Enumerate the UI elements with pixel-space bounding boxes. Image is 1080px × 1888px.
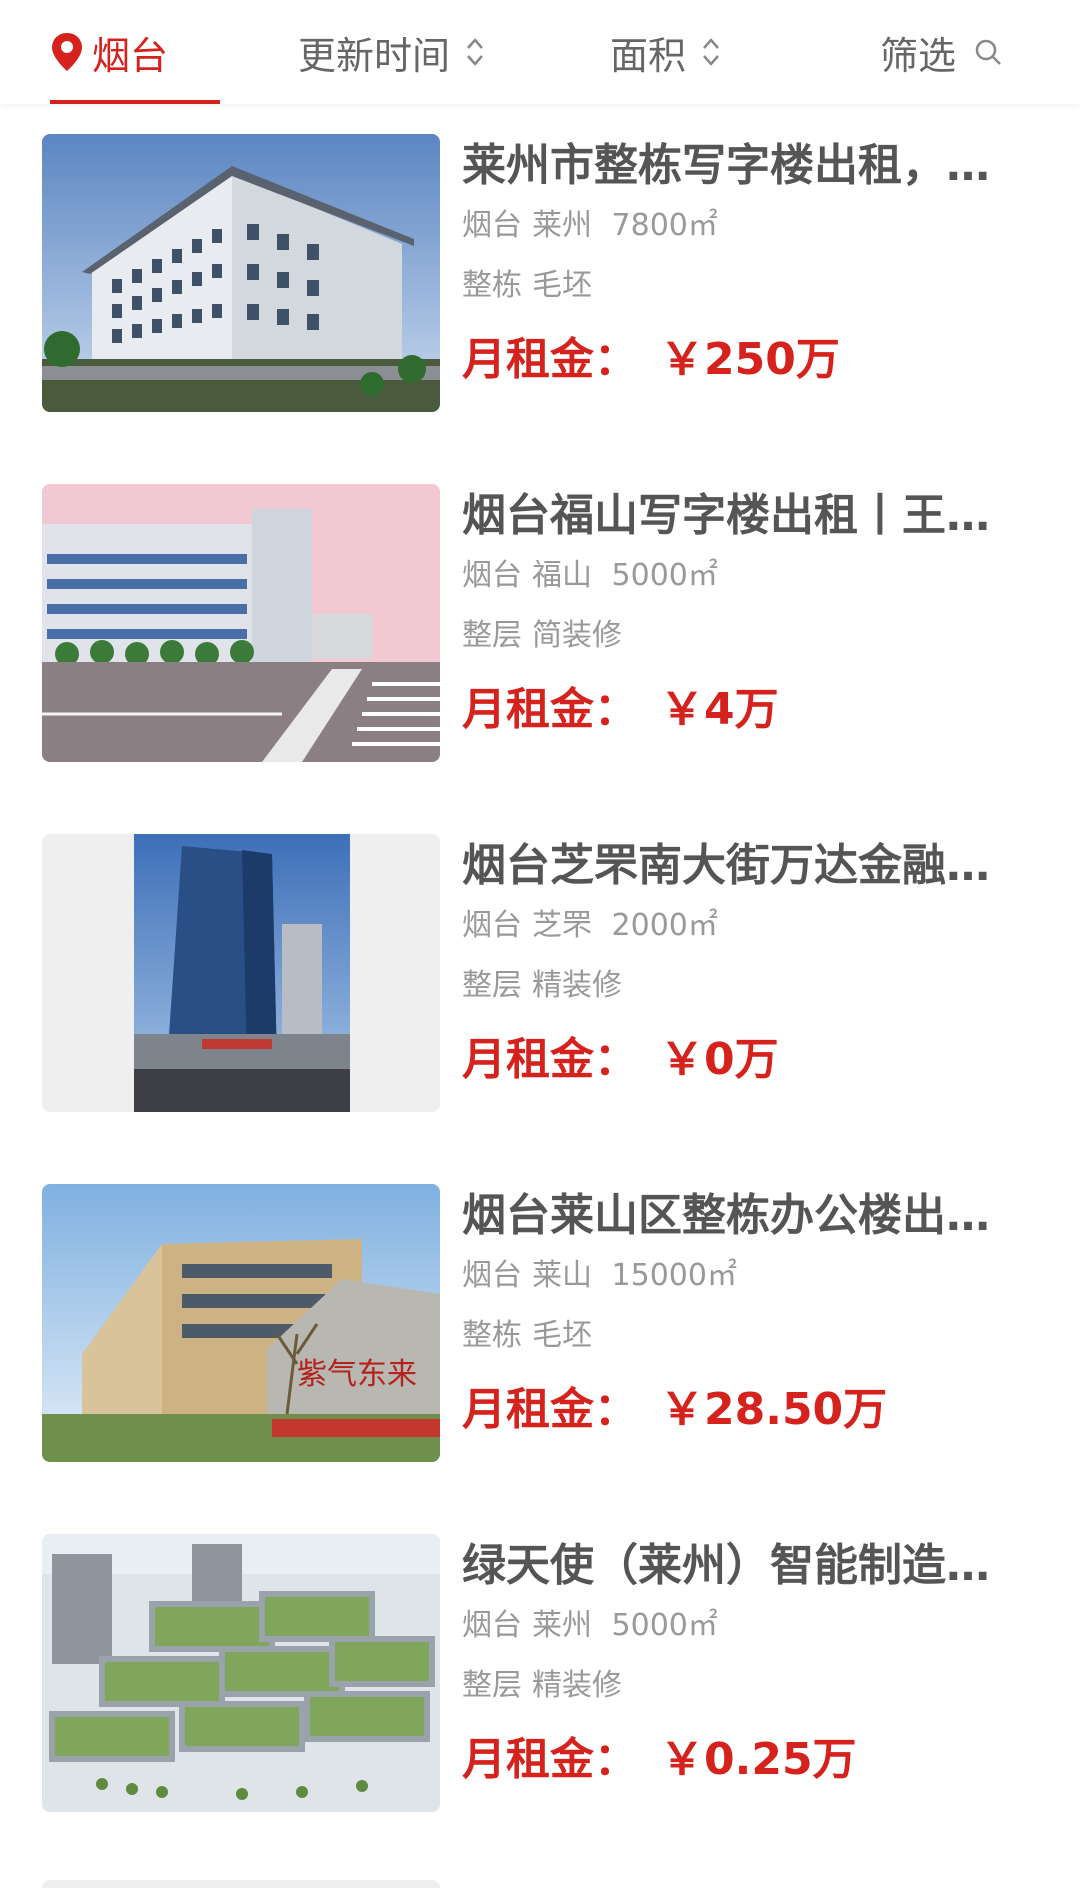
listing-thumbnail[interactable] xyxy=(42,484,440,762)
listing-tags: 整栋 毛坯 xyxy=(462,266,1040,306)
listing-city: 烟台 xyxy=(462,208,522,243)
listing-title[interactable]: 烟台福山写字楼出租丨王… xyxy=(462,484,1040,548)
listing-location: 烟台 莱州 7800㎡ xyxy=(462,206,1040,246)
listing-city: 烟台 xyxy=(462,908,522,943)
listing-info: 莱州市整栋写字楼出租，… 烟台 莱州 7800㎡ 整栋 毛坯 月租金： ￥250万 xyxy=(462,134,1040,388)
industrial-park-render xyxy=(42,1534,440,1812)
listing-title[interactable]: 烟台莱山区整栋办公楼出… xyxy=(462,1184,1040,1248)
listing-info: 绿天使（莱州）智能制造… 烟台 莱州 5000㎡ 整层 精装修 月租金： ￥0.25万 xyxy=(462,1534,1040,1788)
listing-title[interactable]: 莱州市整栋写字楼出租，… xyxy=(462,134,1040,198)
listing-floor-type: 整栋 xyxy=(462,1318,522,1353)
price-value: ￥28.50万 xyxy=(660,1384,888,1435)
listing-size: 2000㎡ xyxy=(611,908,718,943)
listing-size: 5000㎡ xyxy=(611,558,718,593)
listing-decoration: 精装修 xyxy=(532,1668,622,1703)
listing-floor-type: 整层 xyxy=(462,618,522,653)
update-time-label: 更新时间 xyxy=(298,33,451,78)
price-label: 月租金： xyxy=(462,1034,638,1085)
listing-location: 烟台 莱州 5000㎡ xyxy=(462,1606,1040,1646)
listing-decoration: 简装修 xyxy=(532,618,622,653)
listing-size: 7800㎡ xyxy=(611,208,718,243)
city-label: 烟台 xyxy=(92,33,169,78)
listing-city: 烟台 xyxy=(462,1608,522,1643)
listing-price: 月租金： ￥28.50万 xyxy=(462,1382,1040,1438)
price-value: ￥0.25万 xyxy=(660,1734,857,1785)
listing-thumbnail[interactable] xyxy=(42,1534,440,1812)
listing-tags: 整层 精装修 xyxy=(462,966,1040,1006)
filter-bar: 烟台 更新时间 面积 筛选 xyxy=(0,0,1080,104)
listing-location: 烟台 芝罘 2000㎡ xyxy=(462,906,1040,946)
office-building-photo xyxy=(42,134,440,412)
office-building-with-stone-photo: 紫气东来 xyxy=(42,1184,440,1462)
listing-card[interactable]: 紫气东来 烟台莱山区整栋办公楼出… 烟台 莱山 15000㎡ 整栋 毛坯 月租金： ￥… xyxy=(0,1154,1080,1504)
listing-price: 月租金： ￥250万 xyxy=(462,332,1040,388)
sort-area-tab[interactable]: 面积 xyxy=(610,0,722,104)
listing-title[interactable]: 绿天使（莱州）智能制造… xyxy=(462,1534,1040,1598)
factory-building-photo xyxy=(42,484,440,762)
listing-tags: 整栋 毛坯 xyxy=(462,1316,1040,1356)
listing-decoration: 毛坯 xyxy=(532,1318,592,1353)
listing-decoration: 精装修 xyxy=(532,968,622,1003)
listing-info: 烟台莱山区整栋办公楼出… 烟台 莱山 15000㎡ 整栋 毛坯 月租金： ￥28.50… xyxy=(462,1184,1040,1438)
price-value: ￥4万 xyxy=(660,684,779,735)
listing-city: 烟台 xyxy=(462,1258,522,1293)
listing-size: 15000㎡ xyxy=(611,1258,737,1293)
listing-floor-type: 整层 xyxy=(462,1668,522,1703)
price-label: 月租金： xyxy=(462,1384,638,1435)
listing-district: 莱州 xyxy=(532,208,592,243)
listing-thumbnail[interactable]: 紫气东来 xyxy=(42,1184,440,1462)
price-label: 月租金： xyxy=(462,1734,638,1785)
sort-arrows-icon xyxy=(703,38,719,66)
listing-district: 芝罘 xyxy=(532,908,592,943)
listing-card[interactable]: 烟台福山写字楼出租丨王… 烟台 福山 5000㎡ 整层 简装修 月租金： ￥4万 xyxy=(0,454,1080,804)
listing-info: 烟台芝罘南大街万达金融… 烟台 芝罘 2000㎡ 整层 精装修 月租金： ￥0万 xyxy=(462,834,1040,1088)
sort-arrows-icon xyxy=(467,38,483,66)
price-label: 月租金： xyxy=(462,334,638,385)
listing-tags: 整层 简装修 xyxy=(462,616,1040,656)
listing-price: 月租金： ￥0.25万 xyxy=(462,1732,1040,1788)
area-label: 面积 xyxy=(610,33,687,78)
listing-city: 烟台 xyxy=(462,558,522,593)
price-label: 月租金： xyxy=(462,684,638,735)
listing-thumbnail[interactable] xyxy=(42,134,440,412)
price-value: ￥0万 xyxy=(660,1034,779,1085)
listing-thumbnail[interactable] xyxy=(42,834,440,1112)
listing-card[interactable]: 莱州市整栋写字楼出租，… 烟台 莱州 7800㎡ 整栋 毛坯 月租金： ￥250万 xyxy=(0,104,1080,454)
listing-price: 月租金： ￥4万 xyxy=(462,682,1040,738)
listing-size: 5000㎡ xyxy=(611,1608,718,1643)
listing-district: 莱州 xyxy=(532,1608,592,1643)
price-value: ￥250万 xyxy=(660,334,840,385)
listing-floor-type: 整层 xyxy=(462,968,522,1003)
city-tab[interactable]: 烟台 xyxy=(50,0,220,104)
listing-location: 烟台 福山 5000㎡ xyxy=(462,556,1040,596)
sort-update-time-tab[interactable]: 更新时间 xyxy=(298,0,486,104)
listing-card[interactable]: 绿天使（莱州）智能制造… 烟台 莱州 5000㎡ 整层 精装修 月租金： ￥0.25万 xyxy=(0,1504,1080,1854)
listing-floor-type: 整栋 xyxy=(462,268,522,303)
search-icon xyxy=(975,39,1001,65)
next-listing-peek xyxy=(42,1880,440,1888)
active-tab-underline xyxy=(50,100,220,104)
listing-district: 福山 xyxy=(532,558,592,593)
listing-price: 月租金： ￥0万 xyxy=(462,1032,1040,1088)
listing-tags: 整层 精装修 xyxy=(462,1666,1040,1706)
listing-location: 烟台 莱山 15000㎡ xyxy=(462,1256,1040,1296)
location-pin-icon xyxy=(52,33,82,71)
listing-card[interactable]: 烟台芝罘南大街万达金融… 烟台 芝罘 2000㎡ 整层 精装修 月租金： ￥0万 xyxy=(0,804,1080,1154)
listing-district: 莱山 xyxy=(532,1258,592,1293)
filter-label: 筛选 xyxy=(880,33,957,78)
listing-title[interactable]: 烟台芝罘南大街万达金融… xyxy=(462,834,1040,898)
glass-tower-photo xyxy=(42,834,440,1112)
stone-inscription: 紫气东来 xyxy=(297,1357,417,1392)
filter-tab[interactable]: 筛选 xyxy=(880,0,1002,104)
listing-decoration: 毛坯 xyxy=(532,268,592,303)
listing-info: 烟台福山写字楼出租丨王… 烟台 福山 5000㎡ 整层 简装修 月租金： ￥4万 xyxy=(462,484,1040,738)
